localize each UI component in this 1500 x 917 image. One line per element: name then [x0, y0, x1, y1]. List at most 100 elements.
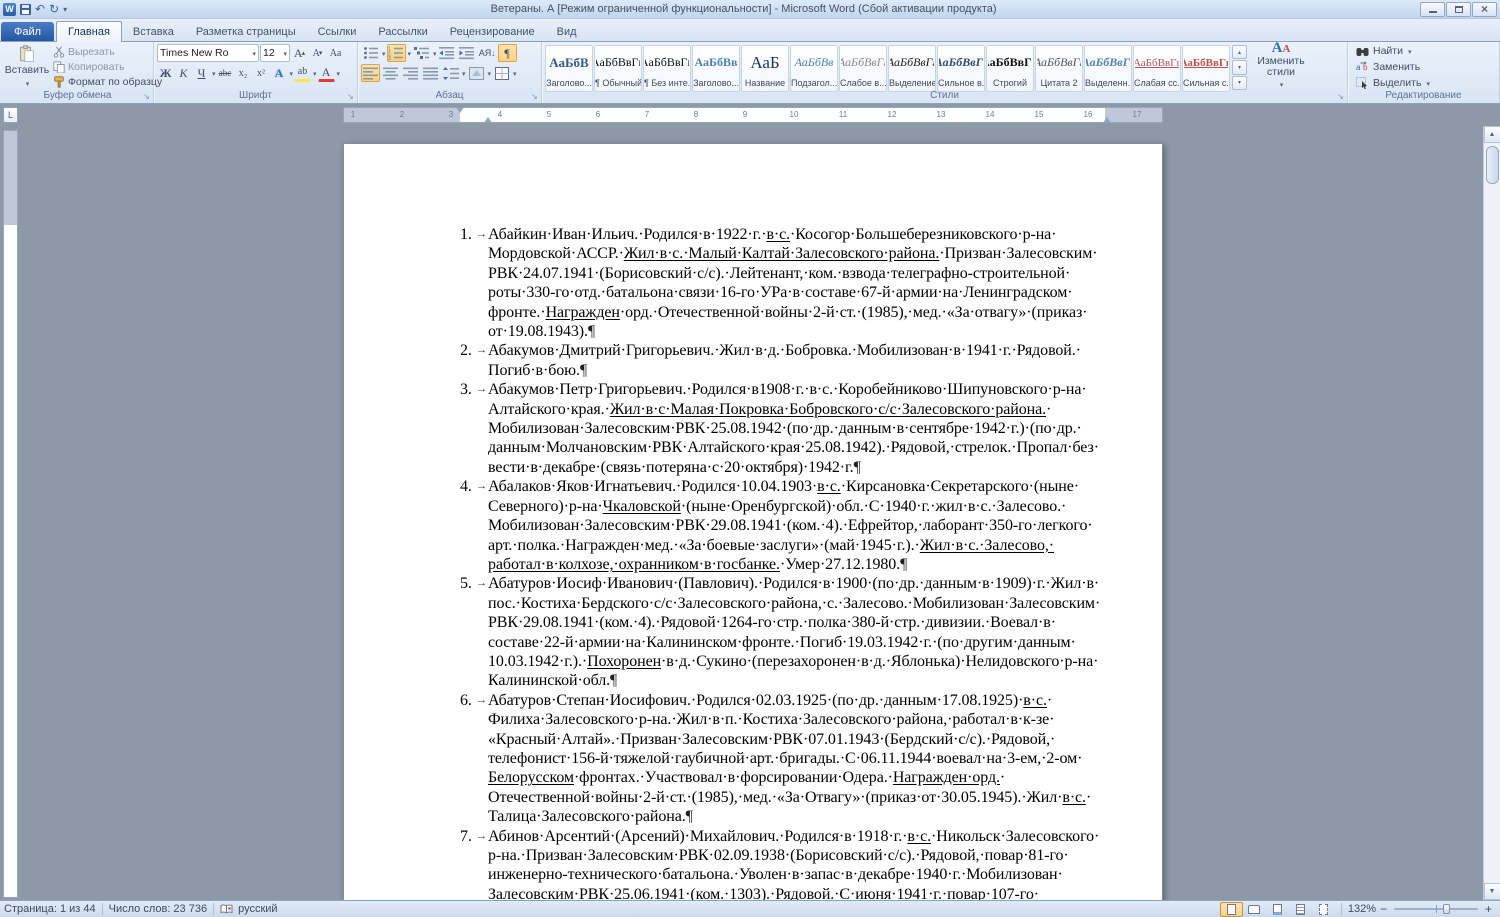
scroll-down-arrow[interactable]: ▼: [1483, 883, 1500, 900]
numbering-button[interactable]: 1 2 3: [386, 44, 406, 62]
tab-home[interactable]: Главная: [56, 21, 122, 42]
decrease-indent-button[interactable]: [438, 44, 457, 62]
highlight-color-button[interactable]: ab: [294, 64, 312, 82]
align-left-button[interactable]: [361, 64, 380, 82]
select-button[interactable]: Выделить: [1356, 75, 1496, 90]
subscript-button[interactable]: x₂: [235, 64, 252, 82]
tab-insert[interactable]: Вставка: [122, 22, 185, 41]
multilevel-list-button[interactable]: [412, 44, 431, 62]
style-item[interactable]: АаБбВвГг Выделенн...: [1084, 45, 1132, 92]
word-logo-icon[interactable]: W: [3, 2, 16, 16]
change-styles-button[interactable]: АА Изменить стили: [1249, 41, 1313, 90]
print-layout-view-button[interactable]: [1219, 901, 1243, 917]
tab-page-layout[interactable]: Разметка страницы: [185, 22, 307, 41]
find-button[interactable]: Найти: [1356, 44, 1496, 59]
style-item[interactable]: АаБбВвГг Выделение: [888, 45, 936, 92]
paragraph[interactable]: 5. → Абатуров·​Иосиф·​Иванович·​(Павлович)…: [460, 574, 1105, 690]
zoom-slider[interactable]: [1394, 904, 1478, 914]
style-item[interactable]: АаБбВвГг Цитата 2: [1035, 45, 1083, 92]
format-painter-button[interactable]: Формат по образцу: [51, 75, 164, 90]
text-effects-dropdown-icon[interactable]: [289, 67, 294, 79]
undo-icon[interactable]: ↶: [35, 3, 45, 15]
sort-button[interactable]: АЯ ↓: [478, 44, 497, 62]
shading-button[interactable]: [467, 64, 486, 82]
style-item[interactable]: АаБбВвГг Сильное в...: [937, 45, 985, 92]
zoom-slider-thumb[interactable]: [1442, 904, 1450, 914]
styles-scroll-up-button[interactable]: ▴: [1232, 45, 1247, 60]
paragraph[interactable]: 7. → Абинов·​Арсентий·​(Арсений)·​Михайлов…: [460, 827, 1105, 900]
repeat-icon[interactable]: ↻: [49, 3, 59, 15]
save-icon[interactable]: [20, 3, 31, 15]
maximize-button[interactable]: [1446, 1, 1471, 17]
web-layout-view-button[interactable]: [1266, 902, 1289, 917]
proofing-book-icon[interactable]: [220, 903, 233, 915]
font-name-combo[interactable]: Times New Ro: [157, 44, 259, 62]
minimize-button[interactable]: [1420, 1, 1445, 17]
line-spacing-button[interactable]: [441, 64, 460, 82]
outline-view-button[interactable]: [1289, 902, 1312, 917]
zoom-level[interactable]: 132%: [1348, 903, 1376, 915]
zoom-out-button[interactable]: −: [1376, 902, 1391, 917]
styles-dialog-launcher[interactable]: [1335, 91, 1346, 102]
zoom-in-button[interactable]: +: [1481, 902, 1496, 917]
shrink-font-button[interactable]: А ▾: [309, 44, 326, 62]
page-indicator[interactable]: Страница: 1 из 44: [4, 903, 96, 915]
style-item[interactable]: АаБ Название: [741, 45, 789, 92]
underline-dropdown-icon[interactable]: [211, 67, 216, 79]
show-marks-button[interactable]: ¶: [497, 44, 517, 62]
paste-button[interactable]: Вставить: [5, 44, 49, 90]
tab-mailings[interactable]: Рассылки: [367, 22, 438, 41]
font-color-dropdown-icon[interactable]: [336, 67, 341, 79]
hanging-indent-marker[interactable]: [484, 113, 492, 123]
grow-font-button[interactable]: А ▴: [291, 44, 308, 62]
bullets-button[interactable]: [361, 44, 380, 62]
font-color-button[interactable]: А: [317, 64, 335, 82]
paragraph[interactable]: 6. → Абатуров·​Степан·​Иосифович.·​Родился…: [460, 691, 1105, 827]
draft-view-button[interactable]: [1312, 902, 1335, 917]
bullets-dropdown-icon[interactable]: [381, 47, 386, 59]
superscript-button[interactable]: x²: [253, 64, 270, 82]
paragraph[interactable]: 4. → Абалаков·​Яков·​Игнатьевич.·​Родился·…: [460, 477, 1105, 574]
paragraph[interactable]: 3. → Абакумов·​Петр·​Григорьевич.·​Родился…: [460, 380, 1105, 477]
right-indent-marker[interactable]: [1103, 113, 1111, 123]
borders-button[interactable]: [492, 64, 511, 82]
font-dialog-launcher[interactable]: [345, 91, 356, 102]
style-item[interactable]: АаБбВ Заголово...: [545, 45, 593, 92]
strikethrough-button[interactable]: abc: [217, 64, 234, 82]
styles-scroll-down-button[interactable]: ▾: [1232, 60, 1247, 75]
style-item[interactable]: АаБбВвГг, Строгий: [986, 45, 1034, 92]
paragraph-dialog-launcher[interactable]: [529, 91, 540, 102]
justify-button[interactable]: [421, 64, 440, 82]
scrollbar-thumb[interactable]: [1485, 146, 1499, 184]
multilevel-dropdown-icon[interactable]: [432, 47, 437, 59]
scroll-up-arrow[interactable]: ▲: [1483, 126, 1500, 143]
close-button[interactable]: [1472, 1, 1497, 17]
numbering-dropdown-icon[interactable]: [407, 47, 412, 59]
style-item[interactable]: АаБбВвГг Слабая сс...: [1133, 45, 1181, 92]
clipboard-dialog-launcher[interactable]: [141, 91, 152, 102]
replace-button[interactable]: a b Заменить: [1356, 60, 1496, 75]
style-item[interactable]: АаБбВвГг, Сильная с...: [1182, 45, 1230, 92]
tab-references[interactable]: Ссылки: [307, 22, 368, 41]
first-line-indent-marker[interactable]: [456, 107, 464, 117]
paragraph[interactable]: 2. → Абакумов·​Дмитрий·​Григорьевич.·​Жил·…: [460, 341, 1105, 380]
style-item[interactable]: АаБбВв Подзагол...: [790, 45, 838, 92]
increase-indent-button[interactable]: [458, 44, 477, 62]
document-page[interactable]: 1. → Абайкин·​Иван·​Ильич.·​Родился·​в·​19…: [343, 143, 1163, 900]
align-right-button[interactable]: [401, 64, 420, 82]
align-center-button[interactable]: [381, 64, 400, 82]
style-item[interactable]: АаБбВвГг Слабое в...: [839, 45, 887, 92]
text-effects-button[interactable]: А: [271, 64, 288, 82]
fullscreen-reading-view-button[interactable]: [1243, 902, 1266, 917]
language-indicator[interactable]: русский: [238, 903, 277, 915]
line-spacing-dropdown-icon[interactable]: [461, 67, 466, 79]
tab-view[interactable]: Вид: [546, 22, 588, 41]
style-item[interactable]: АаБбВвГг, ¶ Без инте...: [643, 45, 691, 92]
underline-button[interactable]: Ч: [193, 64, 210, 82]
italic-button[interactable]: К: [175, 64, 192, 82]
bold-button[interactable]: Ж: [157, 64, 174, 82]
tab-review[interactable]: Рецензирование: [439, 22, 546, 41]
shading-dropdown-icon[interactable]: [487, 67, 492, 79]
highlight-dropdown-icon[interactable]: [312, 67, 317, 79]
style-item[interactable]: АаБбВвГг, ¶ Обычный: [594, 45, 642, 92]
